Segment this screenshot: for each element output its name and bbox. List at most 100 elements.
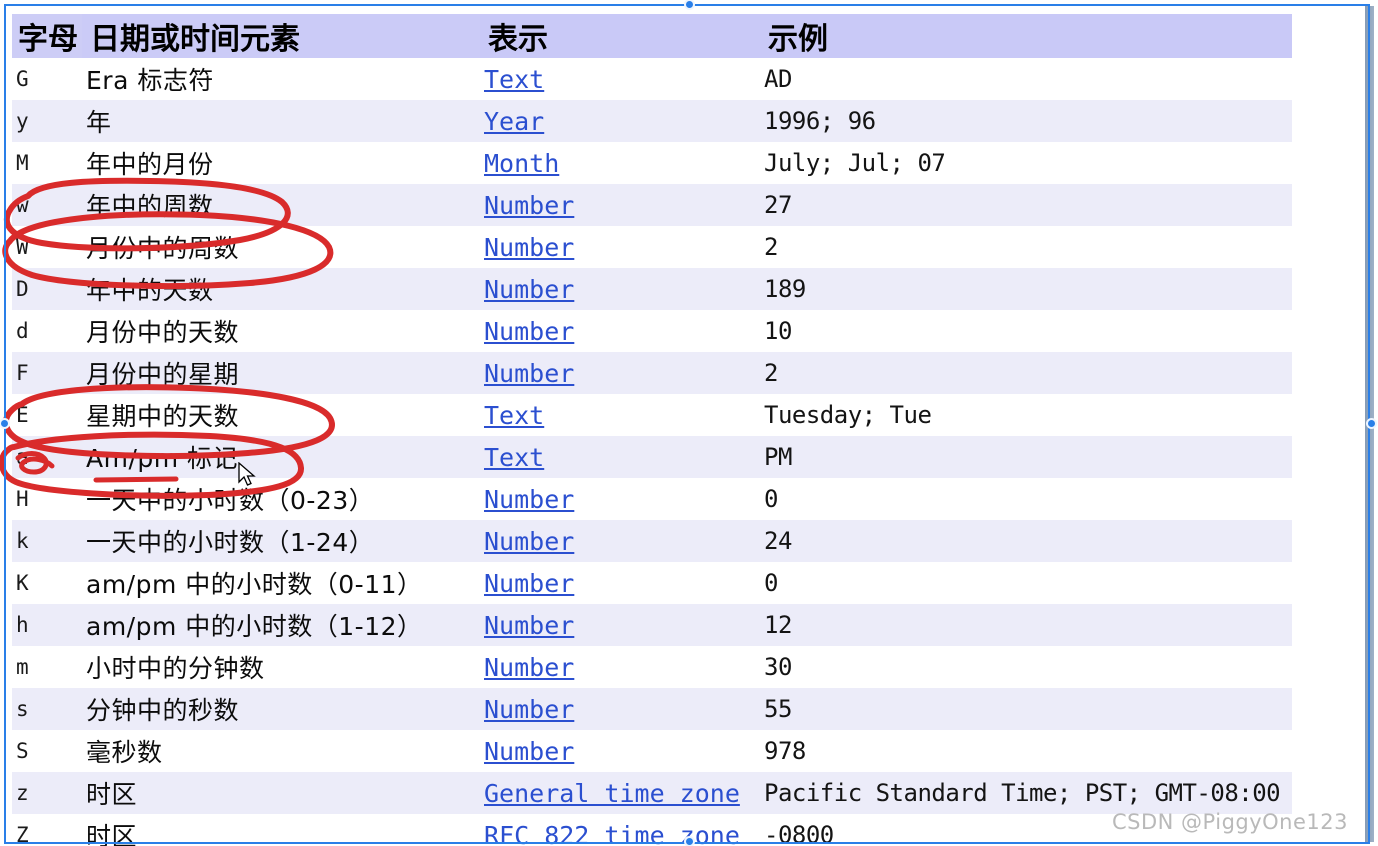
cell-letter: W xyxy=(12,226,82,268)
cell-description: 时区 xyxy=(82,772,480,814)
cell-example: 1996; 96 xyxy=(760,100,1292,142)
cell-example: 24 xyxy=(760,520,1292,562)
representation-link[interactable]: Number xyxy=(484,191,574,220)
watermark-label: CSDN @PiggyOne123 xyxy=(1111,810,1348,834)
column-header-letter: 字母 xyxy=(12,14,82,58)
cell-example: 10 xyxy=(760,310,1292,352)
table-row: y 年 Year 1996; 96 xyxy=(12,100,1292,142)
cell-description: 时区 xyxy=(82,814,480,846)
cell-representation: Month xyxy=(480,142,760,184)
cell-representation: Number xyxy=(480,352,760,394)
table-row: Z 时区 RFC 822 time zone -0800 xyxy=(12,814,1292,846)
cell-letter: D xyxy=(12,268,82,310)
cell-representation: Number xyxy=(480,688,760,730)
cell-letter: K xyxy=(12,562,82,604)
cell-example: July; Jul; 07 xyxy=(760,142,1292,184)
cell-description: Era 标志符 xyxy=(82,58,480,100)
representation-link[interactable]: Text xyxy=(484,65,544,94)
representation-link[interactable]: Number xyxy=(484,359,574,388)
representation-link[interactable]: Number xyxy=(484,317,574,346)
cell-example: 189 xyxy=(760,268,1292,310)
table-row: a Am/pm 标记 Text PM xyxy=(12,436,1292,478)
representation-link[interactable]: Number xyxy=(484,569,574,598)
table-row: D 年中的天数 Number 189 xyxy=(12,268,1292,310)
representation-link[interactable]: Number xyxy=(484,275,574,304)
table-row: w 年中的周数 Number 27 xyxy=(12,184,1292,226)
cell-example: AD xyxy=(760,58,1292,100)
cell-letter: d xyxy=(12,310,82,352)
representation-link[interactable]: Number xyxy=(484,611,574,640)
table-row: Kam/pm 中的小时数（0-11） Number 0 xyxy=(12,562,1292,604)
representation-link[interactable]: Text xyxy=(484,401,544,430)
selection-handle-top[interactable] xyxy=(684,0,695,10)
column-header-repr: 表示 xyxy=(480,14,760,58)
cell-representation: Year xyxy=(480,100,760,142)
cell-example: 27 xyxy=(760,184,1292,226)
cell-representation: Number xyxy=(480,730,760,772)
cell-letter: y xyxy=(12,100,82,142)
cell-description: 一天中的小时数（1-24） xyxy=(82,520,480,562)
representation-link[interactable]: Number xyxy=(484,695,574,724)
cell-letter: G xyxy=(12,58,82,100)
cell-letter: w xyxy=(12,184,82,226)
representation-link[interactable]: Number xyxy=(484,527,574,556)
cell-description: Am/pm 标记 xyxy=(82,436,480,478)
cell-letter: z xyxy=(12,772,82,814)
cell-representation: Number xyxy=(480,226,760,268)
selection-handle-right[interactable] xyxy=(1366,418,1377,429)
cell-representation: Number xyxy=(480,520,760,562)
cell-letter: s xyxy=(12,688,82,730)
table-row: z 时区 General time zone Pacific Standard Tim… xyxy=(12,772,1292,814)
cell-letter: F xyxy=(12,352,82,394)
representation-link[interactable]: Number xyxy=(484,737,574,766)
cell-description: 年中的周数 xyxy=(82,184,480,226)
cell-letter: M xyxy=(12,142,82,184)
table-row: s 分钟中的秒数 Number 55 xyxy=(12,688,1292,730)
table-body: G Era 标志符 Text AD y 年 Year 1996; 96 M 年中的月份 Month J… xyxy=(12,58,1292,846)
cell-example: 0 xyxy=(760,562,1292,604)
cell-description: 分钟中的秒数 xyxy=(82,688,480,730)
screen-capture-region: 字母 日期或时间元素 表示 示例 G Era 标志符 Text AD y 年 Year 199… xyxy=(0,0,1378,846)
cell-description: 毫秒数 xyxy=(82,730,480,772)
cell-example: 12 xyxy=(760,604,1292,646)
selection-handle-left[interactable] xyxy=(0,418,10,429)
cell-representation: Text xyxy=(480,394,760,436)
representation-link[interactable]: Month xyxy=(484,149,559,178)
table-row: S 毫秒数 Number 978 xyxy=(12,730,1292,772)
date-format-table: 字母 日期或时间元素 表示 示例 G Era 标志符 Text AD y 年 Year 199… xyxy=(12,14,1292,846)
representation-link[interactable]: General time zone xyxy=(484,779,740,808)
cell-example: 978 xyxy=(760,730,1292,772)
cell-letter: m xyxy=(12,646,82,688)
cell-example: Pacific Standard Time; PST; GMT-08:00 xyxy=(760,772,1292,814)
table-row: G Era 标志符 Text AD xyxy=(12,58,1292,100)
table-row: W 月份中的周数 Number 2 xyxy=(12,226,1292,268)
cell-description: 年中的天数 xyxy=(82,268,480,310)
cell-description: am/pm 中的小时数（1-12） xyxy=(82,604,480,646)
representation-link[interactable]: Year xyxy=(484,107,544,136)
cell-description: 月份中的星期 xyxy=(82,352,480,394)
cell-example: 2 xyxy=(760,226,1292,268)
table-row: m 小时中的分钟数 Number 30 xyxy=(12,646,1292,688)
table-row: k 一天中的小时数（1-24） Number 24 xyxy=(12,520,1292,562)
cell-example: Tuesday; Tue xyxy=(760,394,1292,436)
representation-link[interactable]: Number xyxy=(484,233,574,262)
column-header-example: 示例 xyxy=(760,14,1292,58)
cell-description: 月份中的周数 xyxy=(82,226,480,268)
date-format-table-container: 字母 日期或时间元素 表示 示例 G Era 标志符 Text AD y 年 Year 199… xyxy=(12,14,1294,846)
table-row: d 月份中的天数 Number 10 xyxy=(12,310,1292,352)
representation-link[interactable]: Number xyxy=(484,485,574,514)
cell-letter: S xyxy=(12,730,82,772)
cell-representation: Number xyxy=(480,562,760,604)
cell-letter: h xyxy=(12,604,82,646)
representation-link[interactable]: Number xyxy=(484,653,574,682)
cell-example: 0 xyxy=(760,478,1292,520)
representation-link[interactable]: RFC 822 time zone xyxy=(484,821,740,846)
cell-representation: General time zone xyxy=(480,772,760,814)
selection-handle-bottom[interactable] xyxy=(684,836,695,846)
cell-example: 30 xyxy=(760,646,1292,688)
cell-letter: Z xyxy=(12,814,82,846)
column-header-element: 日期或时间元素 xyxy=(82,14,480,58)
cell-representation: RFC 822 time zone xyxy=(480,814,760,846)
cell-example: 2 xyxy=(760,352,1292,394)
representation-link[interactable]: Text xyxy=(484,443,544,472)
